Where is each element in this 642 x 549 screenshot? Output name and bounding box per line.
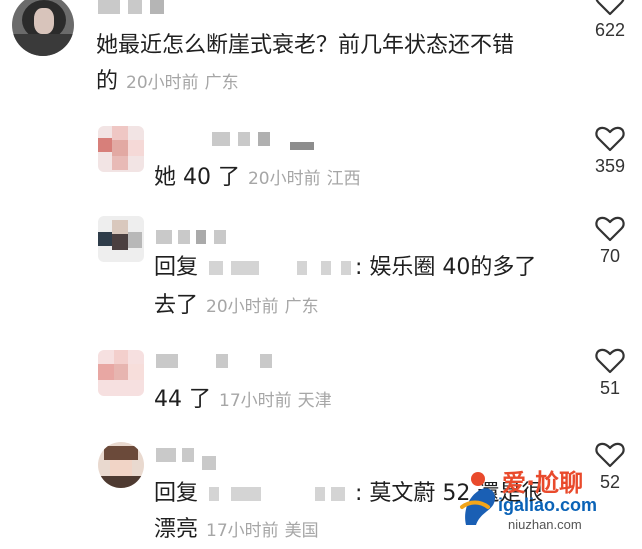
username-blurred[interactable] — [156, 226, 236, 246]
comment-time: 20小时前 — [206, 297, 279, 317]
username-blurred[interactable] — [156, 350, 276, 370]
comment-location: 天津 — [297, 391, 332, 411]
avatar[interactable] — [98, 350, 144, 396]
comment-body-cont: 的 — [96, 69, 119, 94]
comment-item: 44 了 17小时前 天津 51 — [0, 340, 642, 430]
avatar[interactable] — [12, 0, 74, 56]
watermark: 爱·尬聊 igaliao.com niuzhan.com — [458, 461, 638, 533]
comment-text: 她最近怎么断崖式衰老？前几年状态还不错 — [96, 28, 514, 64]
username-blurred[interactable] — [156, 444, 256, 470]
comment-body: 她 40 了 — [154, 165, 240, 190]
comment-location: 广东 — [284, 297, 319, 317]
comment-text-line2: 漂亮 17小时前 美国 — [154, 512, 319, 549]
comment-location: 美国 — [284, 521, 319, 541]
comment-text: 回复 : 娱乐圈 40的多了 — [154, 250, 536, 286]
comment-body: 44 了 — [154, 387, 211, 412]
comment-time: 20小时前 — [247, 169, 321, 189]
watermark-url: igaliao.com — [498, 495, 598, 515]
heart-icon — [595, 0, 625, 16]
avatar[interactable] — [98, 126, 144, 172]
comment-body: : 娱乐圈 40的多了 — [355, 255, 537, 280]
reply-prefix: 回复 — [154, 481, 199, 506]
comment-text-line2: 的 20小时前 广东 — [96, 64, 239, 101]
comment-item: 她最近怎么断崖式衰老？前几年状态还不错 的 20小时前 广东 622 — [0, 0, 642, 110]
like-button[interactable]: 622 — [580, 0, 640, 41]
watermark-sub: niuzhan.com — [508, 517, 582, 532]
reply-target-blurred[interactable] — [205, 483, 355, 505]
username-blurred[interactable] — [212, 128, 322, 150]
like-count: 51 — [599, 378, 621, 398]
like-button[interactable]: 51 — [580, 348, 640, 399]
comment-time: 20小时前 — [126, 73, 199, 93]
like-count: 359 — [594, 156, 626, 176]
avatar[interactable] — [98, 442, 144, 488]
like-count: 622 — [594, 20, 626, 40]
comment-text-line2: 去了 20小时前 广东 — [154, 288, 319, 325]
like-button[interactable]: 359 — [580, 126, 640, 177]
reply-prefix: 回复 — [154, 255, 199, 280]
comment-text: 她 40 了 20小时前 江西 — [154, 160, 361, 197]
heart-icon — [595, 216, 625, 242]
comment-item: 回复 : 娱乐圈 40的多了 去了 20小时前 广东 70 — [0, 212, 642, 338]
heart-icon — [595, 348, 625, 374]
like-count: 70 — [599, 246, 621, 266]
watermark-title: 爱·尬聊 — [502, 469, 584, 497]
comment-location: 广东 — [204, 73, 239, 93]
heart-icon — [595, 126, 625, 152]
comment-time: 17小时前 — [219, 391, 292, 411]
comment-location: 江西 — [326, 169, 361, 189]
comment-time: 17小时前 — [206, 521, 279, 541]
comment-body-cont: 漂亮 — [154, 517, 199, 542]
comment-body: 她最近怎么断崖式衰老？前几年状态还不错 — [96, 33, 515, 58]
avatar[interactable] — [98, 216, 144, 262]
comment-text: 44 了 17小时前 天津 — [154, 382, 332, 419]
comment-item: 她 40 了 20小时前 江西 359 — [0, 122, 642, 212]
username-blurred[interactable] — [98, 0, 258, 20]
comment-body-cont: 去了 — [154, 293, 199, 318]
reply-target-blurred[interactable] — [205, 257, 355, 279]
like-button[interactable]: 70 — [580, 216, 640, 267]
